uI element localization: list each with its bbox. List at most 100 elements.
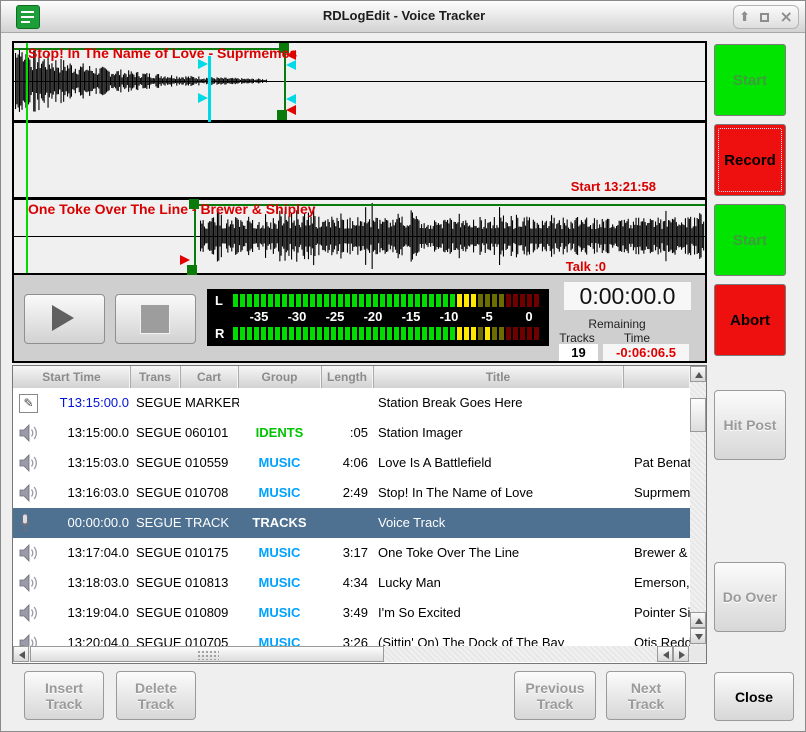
track3-handle-bottom[interactable] — [187, 265, 197, 275]
cell-artist: Emerson, Lake & Palmer — [634, 568, 690, 598]
cell-length: 3:17 — [321, 538, 368, 568]
column-header-start-time[interactable]: Start Time — [13, 366, 131, 388]
cell-length: 4:06 — [321, 448, 368, 478]
down-arrow-icon — [695, 634, 703, 640]
h-scroll-left-button[interactable] — [13, 646, 29, 662]
meter-segment — [492, 294, 497, 307]
row-type-icon-cell — [19, 598, 43, 628]
meter-segment — [261, 294, 266, 307]
cell-start-time: T13:15:00.0 — [41, 388, 129, 418]
playhead-line[interactable] — [26, 43, 28, 273]
waveform-panel[interactable]: Stop! In The Name of Love - Suprmemes On… — [12, 41, 707, 275]
delete-track-button[interactable]: Delete Track — [116, 671, 196, 720]
close-window-icon[interactable]: × — [779, 9, 792, 25]
meter-segment — [352, 294, 357, 307]
meter-segment — [380, 294, 385, 307]
meter-segment — [520, 294, 525, 307]
h-scroll-right-button[interactable] — [673, 646, 689, 662]
row-type-icon-cell — [19, 538, 43, 568]
left-arrow-icon — [19, 651, 25, 659]
fade-marker-bottom-icon[interactable] — [286, 94, 296, 104]
hit-post-button[interactable]: Hit Post — [714, 390, 786, 460]
cell-title: I'm So Excited — [378, 598, 624, 628]
log-row[interactable]: 13:16:03.0SEGUE010708MUSIC2:49Stop! In T… — [13, 478, 690, 508]
meter-scale-label: -10 — [440, 309, 459, 324]
cell-cart: 010705 — [185, 628, 239, 646]
meter-segment — [450, 327, 455, 340]
meter-segment — [485, 294, 490, 307]
next-track-button[interactable]: Next Track — [606, 671, 686, 720]
meter-segment — [485, 327, 490, 340]
meter-left-label: L — [215, 293, 223, 308]
voice-tracker-window: RDLogEdit - Voice Tracker ⬆ × — [0, 0, 806, 732]
log-row[interactable]: 13:15:03.0SEGUE010559MUSIC4:06Love Is A … — [13, 448, 690, 478]
thumb-grip — [197, 650, 219, 660]
meter-segment — [296, 294, 301, 307]
meter-scale-label: -35 — [250, 309, 269, 324]
log-row[interactable]: 13:20:04.0SEGUE010705MUSIC3:26(Sittin' O… — [13, 628, 690, 646]
play-button[interactable] — [24, 294, 105, 344]
cell-title: Lucky Man — [378, 568, 624, 598]
speaker-icon — [19, 454, 39, 472]
maximize-icon[interactable] — [760, 13, 769, 22]
cell-title: Station Imager — [378, 418, 624, 448]
h-scroll-thumb[interactable] — [30, 646, 384, 662]
log-row[interactable]: 13:15:00.0SEGUE060101IDENTS:05Station Im… — [13, 418, 690, 448]
log-row[interactable]: 13:19:04.0SEGUE010809MUSIC3:49I'm So Exc… — [13, 598, 690, 628]
track1-centerline — [14, 81, 705, 82]
cell-group: MUSIC — [238, 478, 321, 508]
meter-segment — [268, 327, 273, 340]
play-icon — [52, 305, 74, 331]
log-row[interactable]: ✎T13:15:00.0SEGUEMARKERStation Break Goe… — [13, 388, 690, 418]
insert-track-button[interactable]: Insert Track — [24, 671, 104, 720]
v-scroll-thumb[interactable] — [690, 398, 706, 432]
fadedown-bottom-icon[interactable] — [198, 93, 208, 103]
row-type-icon-cell — [19, 568, 43, 598]
column-header-length[interactable]: Length — [321, 366, 374, 388]
start-track3-button[interactable]: Start — [714, 204, 786, 276]
cell-cart: 010813 — [185, 568, 239, 598]
abort-button[interactable]: Abort — [714, 284, 786, 356]
cell-group — [238, 388, 321, 418]
meter-segment — [373, 327, 378, 340]
cell-start-time: 00:00:00.0 — [41, 508, 129, 538]
log-row-selected[interactable]: 00:00:00.0SEGUETRACKTRACKSVoice Track — [13, 508, 690, 538]
v-scroll-up-button[interactable] — [690, 366, 706, 382]
meter-segment — [401, 327, 406, 340]
meter-segment — [240, 294, 245, 307]
column-header-artist[interactable] — [623, 366, 691, 388]
column-header-cart[interactable]: Cart — [180, 366, 239, 388]
track3-start-marker-icon[interactable] — [180, 255, 190, 265]
column-header-title[interactable]: Title — [373, 366, 624, 388]
level-meter: L R -35-30-25-20-15-10-50 — [207, 289, 549, 346]
v-scroll-up2-button[interactable] — [690, 612, 706, 628]
column-header-trans[interactable]: Trans — [130, 366, 181, 388]
window-title: RDLogEdit - Voice Tracker — [1, 8, 806, 23]
meter-segment — [338, 327, 343, 340]
do-over-button[interactable]: Do Over — [714, 562, 786, 632]
cell-transition: SEGUE — [136, 538, 182, 568]
track1-title: Stop! In The Name of Love - Suprmemes — [28, 45, 297, 61]
cell-start-time: 13:19:04.0 — [41, 598, 129, 628]
shade-icon[interactable]: ⬆ — [739, 11, 750, 24]
meter-segment — [317, 327, 322, 340]
meter-scale-label: -15 — [402, 309, 421, 324]
previous-track-button[interactable]: Previous Track — [514, 671, 596, 720]
log-row[interactable]: 13:17:04.0SEGUE010175MUSIC3:17One Toke O… — [13, 538, 690, 568]
column-header-group[interactable]: Group — [238, 366, 322, 388]
meter-segment — [429, 294, 434, 307]
h-scroll-left2-button[interactable] — [657, 646, 673, 662]
track1-fade-marker-line[interactable] — [208, 56, 211, 122]
start-track1-button[interactable]: Start — [714, 44, 786, 116]
record-button[interactable]: Record — [714, 124, 786, 196]
v-scroll-down-button[interactable] — [690, 628, 706, 644]
end-marker-bottom-icon[interactable] — [286, 105, 296, 115]
cell-length: 3:26 — [321, 628, 368, 646]
stop-button[interactable] — [115, 294, 196, 344]
meter-segment — [289, 294, 294, 307]
fade-marker-top-icon[interactable] — [286, 60, 296, 70]
cell-length: 3:49 — [321, 598, 368, 628]
log-row[interactable]: 13:18:03.0SEGUE010813MUSIC4:34Lucky ManE… — [13, 568, 690, 598]
cell-group: MUSIC — [238, 448, 321, 478]
close-button[interactable]: Close — [714, 672, 794, 721]
